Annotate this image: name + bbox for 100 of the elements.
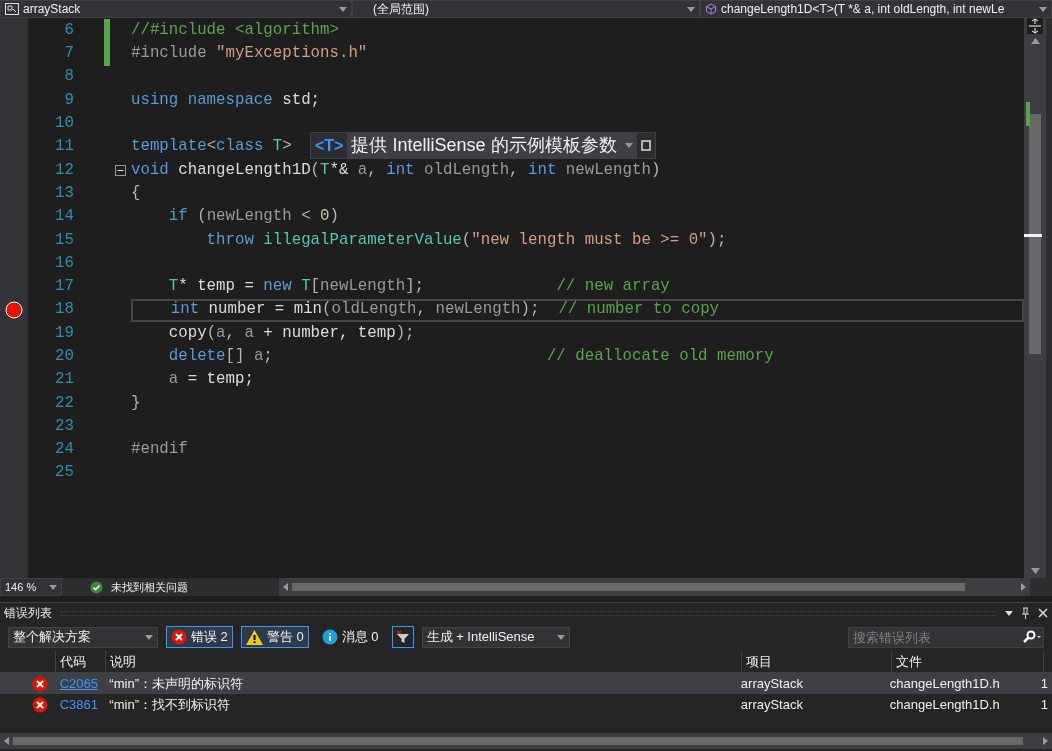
caret-icon bbox=[49, 584, 57, 590]
error-icon bbox=[31, 696, 48, 713]
line-number: 11 bbox=[55, 137, 74, 156]
code-line: #include "myExceptions.h" bbox=[131, 43, 368, 65]
scope-name: (全局范围) bbox=[372, 1, 430, 18]
horizontal-scrollbar[interactable] bbox=[279, 578, 1030, 596]
code-line: a = temp; bbox=[167, 369, 254, 391]
code-line: delete[] a; // deallocate old memory bbox=[167, 346, 774, 367]
tooltip-text: 提供 IntelliSense 的示例模板参数 bbox=[347, 133, 637, 158]
source-dropdown[interactable]: 生成 + IntelliSense bbox=[421, 626, 570, 648]
line-number: 21 bbox=[55, 370, 74, 389]
zoom-level: 146 % bbox=[5, 579, 38, 595]
error-code-link[interactable]: C2065 bbox=[59, 675, 98, 691]
filter-toggle[interactable]: 警告 0 bbox=[240, 626, 309, 648]
source-value: 生成 + IntelliSense bbox=[426, 628, 536, 647]
line-number: 20 bbox=[55, 347, 74, 365]
code-line: #endif bbox=[131, 439, 188, 461]
template-tag: <T> bbox=[315, 133, 344, 158]
line-number: 12 bbox=[55, 160, 74, 179]
caret-icon[interactable] bbox=[1005, 610, 1013, 616]
error-description: “min”：未声明的标识符 bbox=[109, 675, 243, 691]
filter-button[interactable] bbox=[391, 626, 414, 648]
error-icon bbox=[31, 675, 48, 692]
search-icon[interactable] bbox=[1023, 629, 1041, 644]
line-number: 25 bbox=[55, 463, 74, 482]
line-number: 19 bbox=[55, 323, 74, 342]
filter-icon bbox=[395, 630, 410, 644]
line-number: 10 bbox=[55, 114, 74, 133]
error-row[interactable]: C2065 “min”：未声明的标识符 arrayStack changeLength1D.h 1 bbox=[0, 673, 1052, 694]
cube-icon bbox=[705, 3, 717, 15]
line-number: 24 bbox=[55, 440, 74, 459]
caret-icon bbox=[145, 634, 153, 640]
code-line: } bbox=[131, 392, 141, 414]
project-cell: arrayStack bbox=[740, 675, 803, 691]
code-line: int number = min(oldLength, newLength); // number to copy bbox=[169, 299, 720, 321]
error-row[interactable]: C3861 “min”：找不到标识符 arrayStack changeLength1D.h 1 bbox=[0, 694, 1052, 715]
left-arrow-icon[interactable] bbox=[4, 737, 9, 745]
scroll-thumb[interactable] bbox=[292, 583, 965, 591]
change-marker bbox=[1026, 102, 1030, 126]
line-number: 22 bbox=[55, 393, 74, 412]
caret-icon bbox=[1039, 6, 1047, 12]
code-line: if (newLength < 0) bbox=[167, 206, 339, 228]
square-icon[interactable] bbox=[640, 140, 651, 151]
caret-icon bbox=[556, 634, 565, 640]
line-number: 16 bbox=[55, 253, 74, 272]
line-number: 9 bbox=[64, 90, 74, 109]
scroll-thumb[interactable] bbox=[1029, 114, 1041, 354]
error-icon bbox=[171, 629, 187, 645]
collapse-icon[interactable] bbox=[115, 164, 126, 176]
code-line: T* temp = new T[newLength]; // new array bbox=[167, 276, 670, 298]
code-line: { bbox=[131, 182, 141, 204]
column-header[interactable]: 说明 bbox=[106, 651, 742, 672]
column-header[interactable]: 文件 bbox=[892, 651, 1044, 672]
column-header[interactable]: 代码 bbox=[56, 651, 106, 672]
close-icon[interactable] bbox=[1038, 608, 1048, 618]
project-dropdown[interactable]: arrayStack bbox=[0, 0, 352, 18]
check-icon bbox=[90, 580, 103, 594]
right-arrow-icon[interactable] bbox=[1021, 583, 1026, 591]
scope-value: 整个解决方案 bbox=[13, 628, 92, 647]
filter-toggle[interactable]: 消息 0 bbox=[316, 626, 384, 648]
right-arrow-icon[interactable] bbox=[1043, 737, 1048, 745]
project-name: arrayStack bbox=[23, 1, 82, 18]
caret-icon bbox=[624, 143, 633, 148]
project-icon bbox=[5, 3, 19, 15]
line-number: 17 bbox=[55, 277, 74, 296]
panel-title: 错误列表 bbox=[4, 605, 52, 622]
line-number: 15 bbox=[55, 230, 74, 249]
split-icon[interactable] bbox=[1027, 18, 1043, 34]
caret-icon bbox=[687, 6, 695, 12]
zoom-dropdown[interactable]: 146 % bbox=[0, 578, 62, 596]
caret-icon bbox=[339, 6, 347, 12]
table-cell: 1 bbox=[1040, 696, 1048, 712]
warning-icon bbox=[245, 629, 263, 645]
scope-dropdown[interactable]: (全局范围) bbox=[352, 0, 700, 18]
member-name: changeLength1D<T>(T *& a, int oldLength, int newLe bbox=[721, 1, 1006, 18]
line-number: 14 bbox=[55, 207, 74, 226]
error-description: “min”：找不到标识符 bbox=[109, 696, 230, 712]
up-arrow-icon[interactable] bbox=[1030, 38, 1040, 44]
error-code-link[interactable]: C3861 bbox=[59, 696, 98, 712]
down-arrow-icon[interactable] bbox=[1030, 568, 1040, 574]
health-status: 未找到相关问题 bbox=[111, 579, 189, 595]
left-arrow-icon[interactable] bbox=[283, 583, 288, 591]
member-dropdown[interactable]: changeLength1D<T>(T *& a, int oldLength, int newLe bbox=[700, 0, 1052, 18]
column-header[interactable]: 项目 bbox=[742, 651, 892, 672]
pin-icon[interactable] bbox=[1021, 607, 1030, 619]
horizontal-scrollbar[interactable] bbox=[0, 733, 1052, 749]
line-number: 18 bbox=[55, 300, 74, 319]
code-line: using namespace std; bbox=[131, 89, 321, 111]
file-cell: changeLength1D.h bbox=[889, 675, 1000, 691]
line-number: 8 bbox=[64, 67, 74, 86]
code-line: //#include <algorithm> bbox=[131, 19, 339, 41]
code-line: throw illegalParameterValue("new length must be >= 0"); bbox=[205, 229, 727, 251]
scroll-thumb[interactable] bbox=[13, 737, 1023, 745]
search-field[interactable]: 搜索错误列表 bbox=[848, 626, 1044, 648]
breakpoint-icon[interactable] bbox=[5, 301, 23, 320]
line-number: 7 bbox=[64, 44, 74, 63]
filter-toggle[interactable]: 错误 2 bbox=[166, 626, 233, 648]
vertical-scrollbar[interactable] bbox=[1024, 18, 1046, 578]
code-line: copy(a, a + number, temp); bbox=[167, 322, 415, 344]
scope-dropdown[interactable]: 整个解决方案 bbox=[8, 626, 158, 648]
